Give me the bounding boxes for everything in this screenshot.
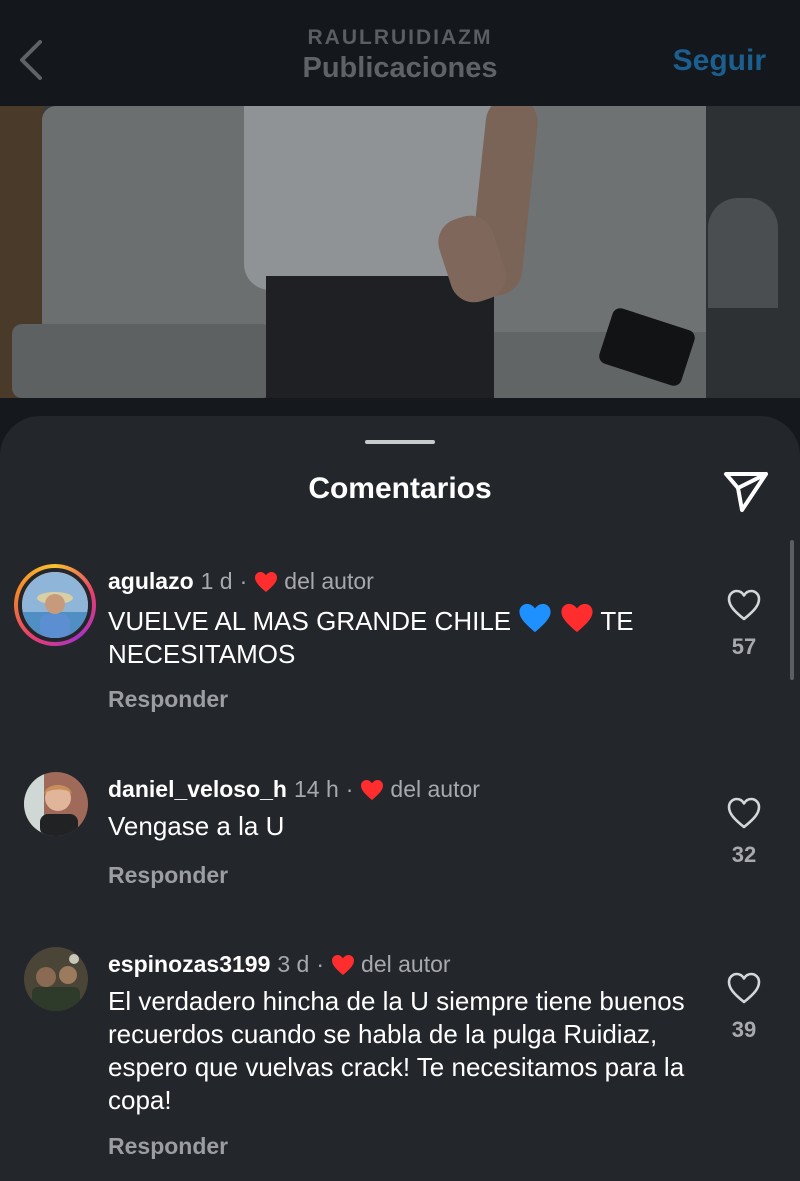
sofa-cushion-left [42, 106, 272, 336]
avatar[interactable] [24, 772, 88, 836]
reply-button[interactable]: Responder [108, 1133, 228, 1160]
comments-sheet: Comentarios agulazo 1 d · del autor VUEL… [0, 416, 800, 1181]
meta-separator: · [239, 568, 248, 594]
top-bar: RAULRUIDIAZM Publicaciones Seguir [0, 0, 800, 106]
paper-plane-icon [724, 472, 768, 512]
avatar-photo [22, 572, 88, 638]
comment-text-part: VUELVE AL MAS GRANDE CHILE [108, 606, 512, 636]
comment-meta: espinozas3199 3 d · del autor [108, 951, 451, 978]
meta-separator: · [316, 951, 325, 977]
comment-text: El verdadero hincha de la U siempre tien… [108, 986, 685, 1115]
sheet-drag-handle[interactable] [365, 440, 435, 444]
comment-username[interactable]: agulazo [108, 568, 194, 595]
author-heart-icon [255, 571, 278, 592]
post-image [0, 106, 800, 398]
comment-text: Vengase a la U [108, 811, 285, 841]
comment-text: VUELVE AL MAS GRANDE CHILE TE NECESITAMO… [108, 602, 708, 671]
scrollbar[interactable] [790, 540, 794, 680]
reply-button[interactable]: Responder [108, 862, 228, 889]
avatar-photo [24, 772, 88, 836]
lamp [708, 198, 778, 308]
comment-username[interactable]: espinozas3199 [108, 951, 270, 978]
like-group: 39 [722, 971, 766, 1043]
author-heart-icon [332, 954, 355, 975]
heart-outline-icon[interactable] [726, 588, 762, 622]
comment-time: 14 h [293, 776, 339, 802]
avatar [18, 568, 92, 642]
like-count: 32 [731, 842, 757, 867]
avatar-story-ring[interactable] [14, 564, 96, 646]
comment-time: 3 d [277, 951, 310, 977]
reply-button[interactable]: Responder [108, 686, 228, 713]
meta-separator: · [345, 776, 354, 802]
liked-by-author-label: del autor [390, 776, 480, 802]
comment-username[interactable]: daniel_veloso_h [108, 776, 287, 803]
like-group: 57 [722, 588, 766, 660]
heart-outline-icon[interactable] [726, 796, 762, 830]
comment-time: 1 d [200, 568, 233, 594]
blue-heart-emoji [519, 603, 551, 633]
like-group: 32 [722, 796, 766, 868]
author-heart-icon [361, 779, 384, 800]
sheet-title: Comentarios [308, 472, 492, 505]
comment-meta: daniel_veloso_h 14 h · del autor [108, 776, 480, 803]
avatar[interactable] [24, 947, 88, 1011]
heart-outline-icon[interactable] [726, 971, 762, 1005]
follow-button[interactable]: Seguir [673, 44, 766, 78]
liked-by-author-label: del autor [284, 568, 374, 594]
like-count: 39 [731, 1017, 757, 1042]
avatar-photo [24, 947, 88, 1011]
sofa-seat-left [12, 324, 272, 398]
comment-meta: agulazo 1 d · del autor [108, 568, 374, 595]
red-heart-emoji [561, 603, 593, 633]
liked-by-author-label: del autor [361, 951, 451, 977]
like-count: 57 [731, 634, 757, 659]
share-button[interactable] [722, 466, 770, 514]
